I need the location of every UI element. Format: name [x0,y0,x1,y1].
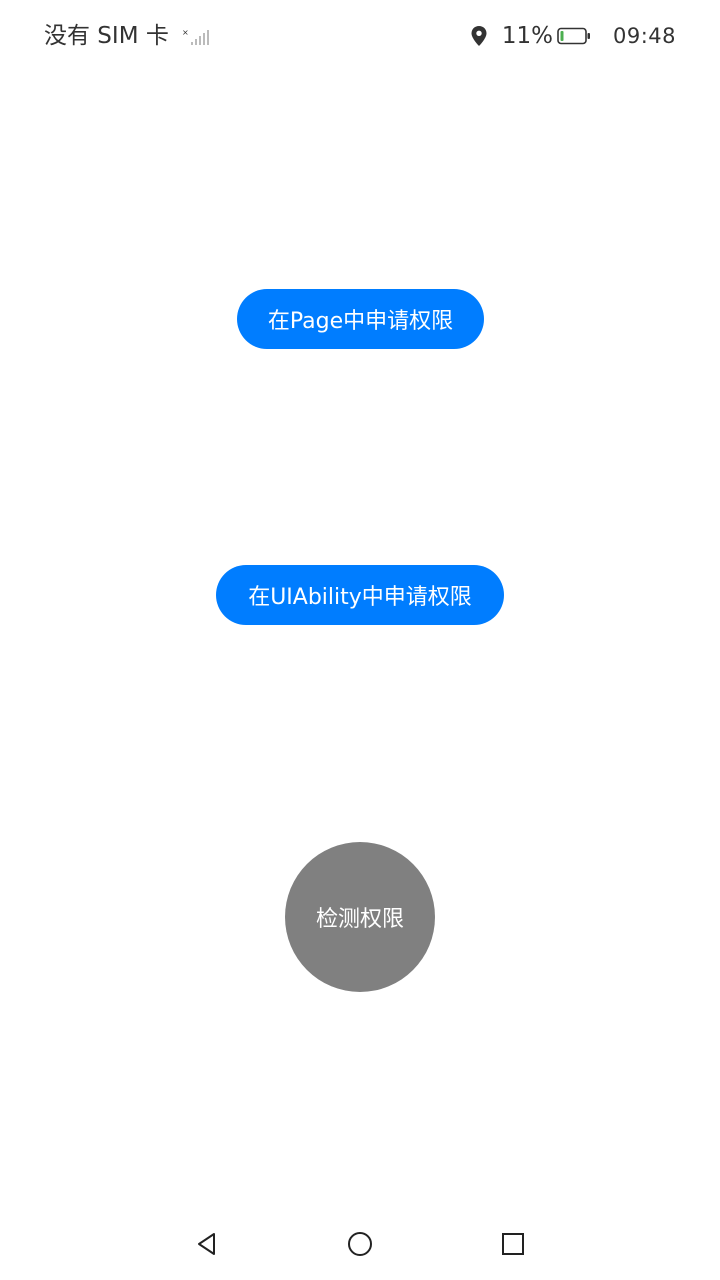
recent-apps-icon[interactable] [497,1228,529,1260]
back-icon[interactable] [191,1228,223,1260]
location-icon [471,26,487,46]
signal-icon: × [182,28,209,45]
status-bar: 没有 SIM 卡 × 11% 09:48 [0,0,720,72]
request-permission-in-page-button[interactable]: 在Page中申请权限 [237,289,484,349]
battery-percent: 11% [501,23,553,49]
navigation-bar [0,1208,720,1280]
home-icon[interactable] [344,1228,376,1260]
clock: 09:48 [612,24,676,48]
app-screen: 没有 SIM 卡 × 11% 09:48 在Page中申请权限 在UIAbili… [0,0,720,1280]
check-permission-button[interactable]: 检测权限 [285,842,435,992]
request-permission-in-uiability-button[interactable]: 在UIAbility中申请权限 [216,565,504,625]
status-right-group: 11% 09:48 [470,20,676,52]
battery-icon [557,27,590,45]
sim-status: 没有 SIM 卡 [44,23,169,49]
svg-text:×: × [182,28,189,37]
